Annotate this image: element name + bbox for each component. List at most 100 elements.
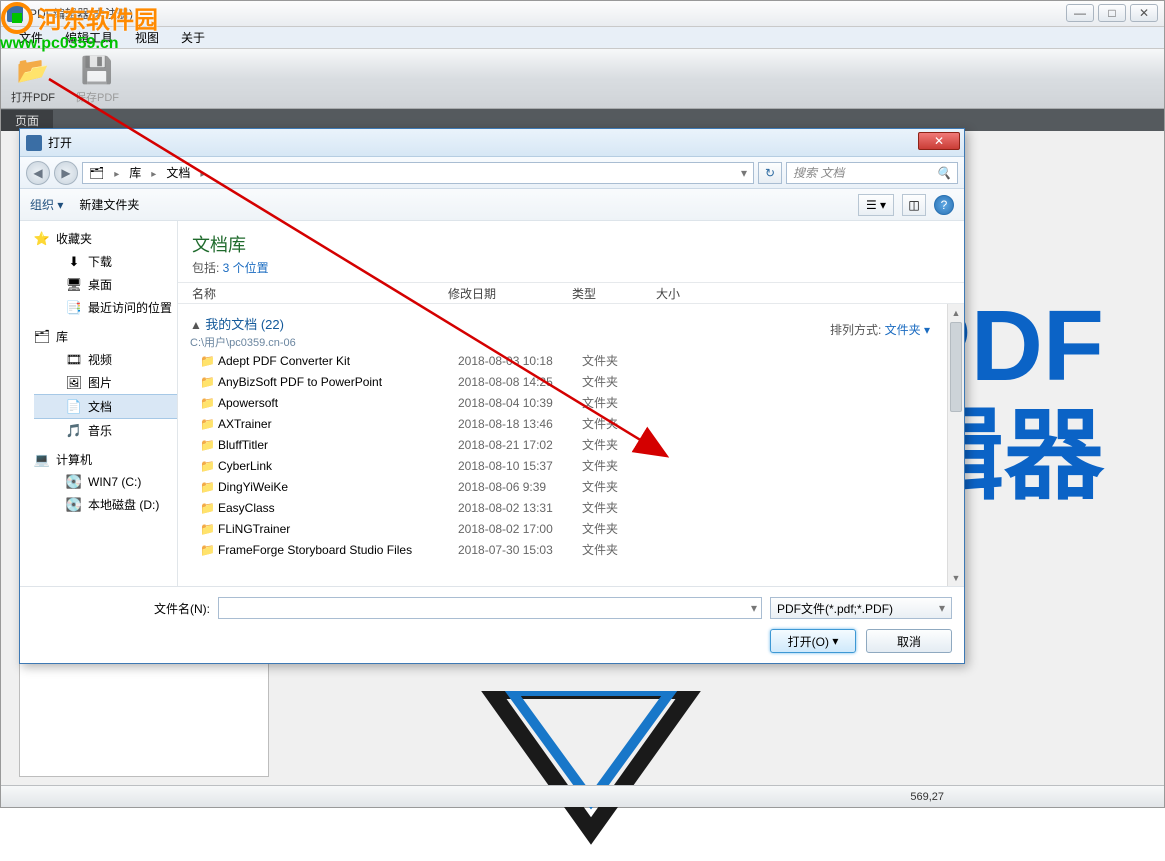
folder-icon: 📁 [200,522,218,536]
chevron-down-icon[interactable]: ▾ [741,166,747,180]
nav-forward-button[interactable]: ▶ [54,161,78,185]
col-name[interactable]: 名称 [192,285,448,302]
watermark-name: 河东软件园 [0,0,200,35]
nav-lib-item-2[interactable]: 📄文档 [34,394,177,419]
nav-item-label: 视频 [88,351,112,368]
nav-fav-item-2[interactable]: 📑最近访问的位置 [34,296,177,319]
file-row[interactable]: 📁Adept PDF Converter Kit2018-08-03 10:18… [182,350,947,371]
file-row[interactable]: 📁AnyBizSoft PDF to PowerPoint2018-08-08 … [182,371,947,392]
breadcrumb-docs[interactable]: 文档 [166,164,190,181]
file-type: 文件夹 [582,415,666,432]
nav-lib-item-1[interactable]: 🖼图片 [34,371,177,394]
file-name: EasyClass [218,501,458,515]
folder-icon: 📁 [200,501,218,515]
save-icon: 💾 [79,53,115,89]
nav-item-icon: 🖥 [66,277,82,293]
scroll-thumb[interactable] [950,322,962,412]
bg-chevron-shape [471,691,711,861]
folder-icon: 🗂 [89,166,104,180]
library-title: 文档库 [192,231,269,257]
file-date: 2018-08-06 9:39 [458,480,582,494]
nav-fav-item-0[interactable]: ⬇ 下载 [34,250,177,273]
breadcrumb-lib[interactable]: 库 [129,164,141,181]
scroll-up-icon[interactable]: ▲ [948,304,964,321]
col-type[interactable]: 类型 [572,285,656,302]
help-button[interactable]: ? [934,195,954,215]
dialog-close-button[interactable]: ✕ [918,132,960,150]
nav-item-icon: ⬇ [66,254,82,270]
nav-comp-item-1[interactable]: 💽本地磁盘 (D:) [34,493,177,516]
file-name: FLiNGTrainer [218,522,458,536]
file-type: 文件夹 [582,394,666,411]
open-pdf-button[interactable]: 📂 打开PDF [11,53,55,105]
file-type: 文件夹 [582,499,666,516]
minimize-button[interactable]: — [1066,4,1094,22]
file-date: 2018-08-21 17:02 [458,438,582,452]
nav-libraries[interactable]: 🗂库 [34,325,177,348]
col-size[interactable]: 大小 [656,285,736,302]
toolbar: 📂 打开PDF 💾 保存PDF [1,49,1164,109]
nav-item-label: 本地磁盘 (D:) [88,496,159,513]
chevron-down-icon: ▾ [939,601,945,615]
dialog-bottom: 文件名(N): ▾ PDF文件(*.pdf;*.PDF)▾ 打开(O) ▾ 取消 [20,586,964,663]
file-type: 文件夹 [582,520,666,537]
search-input[interactable]: 搜索 文档 🔍 [786,162,958,184]
filetype-select[interactable]: PDF文件(*.pdf;*.PDF)▾ [770,597,952,619]
chevron-down-icon[interactable]: ▾ [751,601,757,615]
nav-favorites[interactable]: ⭐收藏夹 [34,227,177,250]
nav-item-icon: 🎵 [66,423,82,439]
breadcrumb[interactable]: 🗂 库 文档 ▾ [82,162,754,184]
dialog-title: 打开 [48,134,72,151]
file-row[interactable]: 📁FLiNGTrainer2018-08-02 17:00文件夹 [182,518,947,539]
dialog-body: ⭐收藏夹 ⬇ 下载 🖥桌面📑最近访问的位置 🗂库 🎞视频🖼图片📄文档 🎵 音乐 💻计算机… [20,221,964,586]
view-mode-button[interactable]: ☰ ▾ [858,194,894,216]
file-type: 文件夹 [582,436,666,453]
nav-item-label: 下载 [88,253,112,270]
folder-icon: 📁 [200,375,218,389]
file-type: 文件夹 [582,457,666,474]
scrollbar[interactable]: ▲ ▼ [947,304,964,586]
nav-back-button[interactable]: ◀ [26,161,50,185]
organize-button[interactable]: 组织 ▾ [30,196,63,213]
file-row[interactable]: 📁DingYiWeiKe2018-08-06 9:39文件夹 [182,476,947,497]
col-date[interactable]: 修改日期 [448,285,572,302]
file-row[interactable]: 📁EasyClass2018-08-02 13:31文件夹 [182,497,947,518]
file-type: 文件夹 [582,541,666,558]
nav-fav-item-1[interactable]: 🖥桌面 [34,273,177,296]
scroll-down-icon[interactable]: ▼ [948,569,964,586]
nav-lib-item-0[interactable]: 🎞视频 [34,348,177,371]
open-button[interactable]: 打开(O) ▾ [770,629,856,653]
filename-label: 文件名(N): [32,600,210,617]
nav-item-label: 最近访问的位置 [88,299,172,316]
refresh-button[interactable]: ↻ [758,162,782,184]
file-row[interactable]: 📁CyberLink2018-08-10 15:37文件夹 [182,455,947,476]
library-icon: 🗂 [34,329,50,345]
close-button[interactable]: ✕ [1130,4,1158,22]
nav-item-label: 音乐 [88,422,112,439]
new-folder-button[interactable]: 新建文件夹 [79,196,139,213]
file-date: 2018-08-02 17:00 [458,522,582,536]
nav-comp-item-0[interactable]: 💽WIN7 (C:) [34,471,177,493]
open-pdf-label: 打开PDF [11,89,55,105]
nav-lib-item-3[interactable]: 🎵 音乐 [34,419,177,442]
file-date: 2018-08-02 13:31 [458,501,582,515]
filename-input[interactable]: ▾ [218,597,762,619]
dialog-icon [26,135,42,151]
file-date: 2018-08-08 14:25 [458,375,582,389]
file-row[interactable]: 📁AXTrainer2018-08-18 13:46文件夹 [182,413,947,434]
file-row[interactable]: 📁Apowersoft2018-08-04 10:39文件夹 [182,392,947,413]
arrange-by-select[interactable]: 文件夹 ▾ [885,323,930,337]
file-row[interactable]: 📁BluffTitler2018-08-21 17:02文件夹 [182,434,947,455]
search-icon: 🔍 [936,166,951,180]
save-pdf-label: 保存PDF [75,89,119,105]
file-row[interactable]: 📁FrameForge Storyboard Studio Files2018-… [182,539,947,560]
nav-item-icon: 📄 [66,399,82,415]
folder-icon: 📁 [200,396,218,410]
cancel-button[interactable]: 取消 [866,629,952,653]
nav-computer[interactable]: 💻计算机 [34,448,177,471]
file-name: AnyBizSoft PDF to PowerPoint [218,375,458,389]
maximize-button[interactable]: □ [1098,4,1126,22]
locations-link[interactable]: 3 个位置 [223,261,269,275]
preview-pane-button[interactable]: ◫ [902,194,926,216]
folder-open-icon: 📂 [15,53,51,89]
